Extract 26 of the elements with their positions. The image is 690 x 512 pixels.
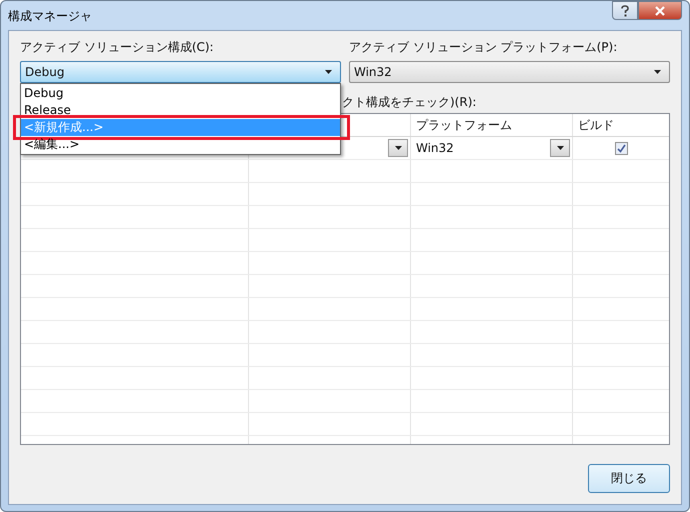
dropdown-option[interactable]: <編集...> <box>21 136 340 153</box>
platform-dropdown[interactable]: Win32 <box>349 61 670 83</box>
project-contexts-label: クト構成をチェック)(R): <box>342 95 476 109</box>
caret-icon <box>325 70 332 74</box>
close-dialog-button[interactable]: 閉じる <box>588 464 670 493</box>
dropdown-button[interactable] <box>550 139 570 157</box>
column-header: ビルド <box>578 116 614 134</box>
caret-icon <box>654 70 661 74</box>
caret-icon <box>394 146 402 150</box>
caret-icon <box>556 146 564 150</box>
column-header: プラットフォーム <box>416 116 512 134</box>
window-title: 構成マネージャ <box>8 8 92 25</box>
close-icon <box>654 6 666 16</box>
platform-cell: Win32 <box>416 141 454 155</box>
platform-value: Win32 <box>354 65 392 79</box>
close-button[interactable] <box>638 1 682 20</box>
config-dropdown[interactable]: Debug <box>20 61 341 83</box>
platform-label: アクティブ ソリューション プラットフォーム(P): <box>349 39 618 55</box>
config-value: Debug <box>25 65 64 79</box>
help-button[interactable] <box>612 1 638 20</box>
help-icon <box>620 4 630 16</box>
dropdown-option[interactable]: Debug <box>21 85 340 102</box>
build-checkbox[interactable] <box>614 142 628 154</box>
dropdown-option[interactable]: Release <box>21 102 340 119</box>
config-label: アクティブ ソリューション構成(C): <box>20 39 215 55</box>
dropdown-button[interactable] <box>388 139 408 157</box>
